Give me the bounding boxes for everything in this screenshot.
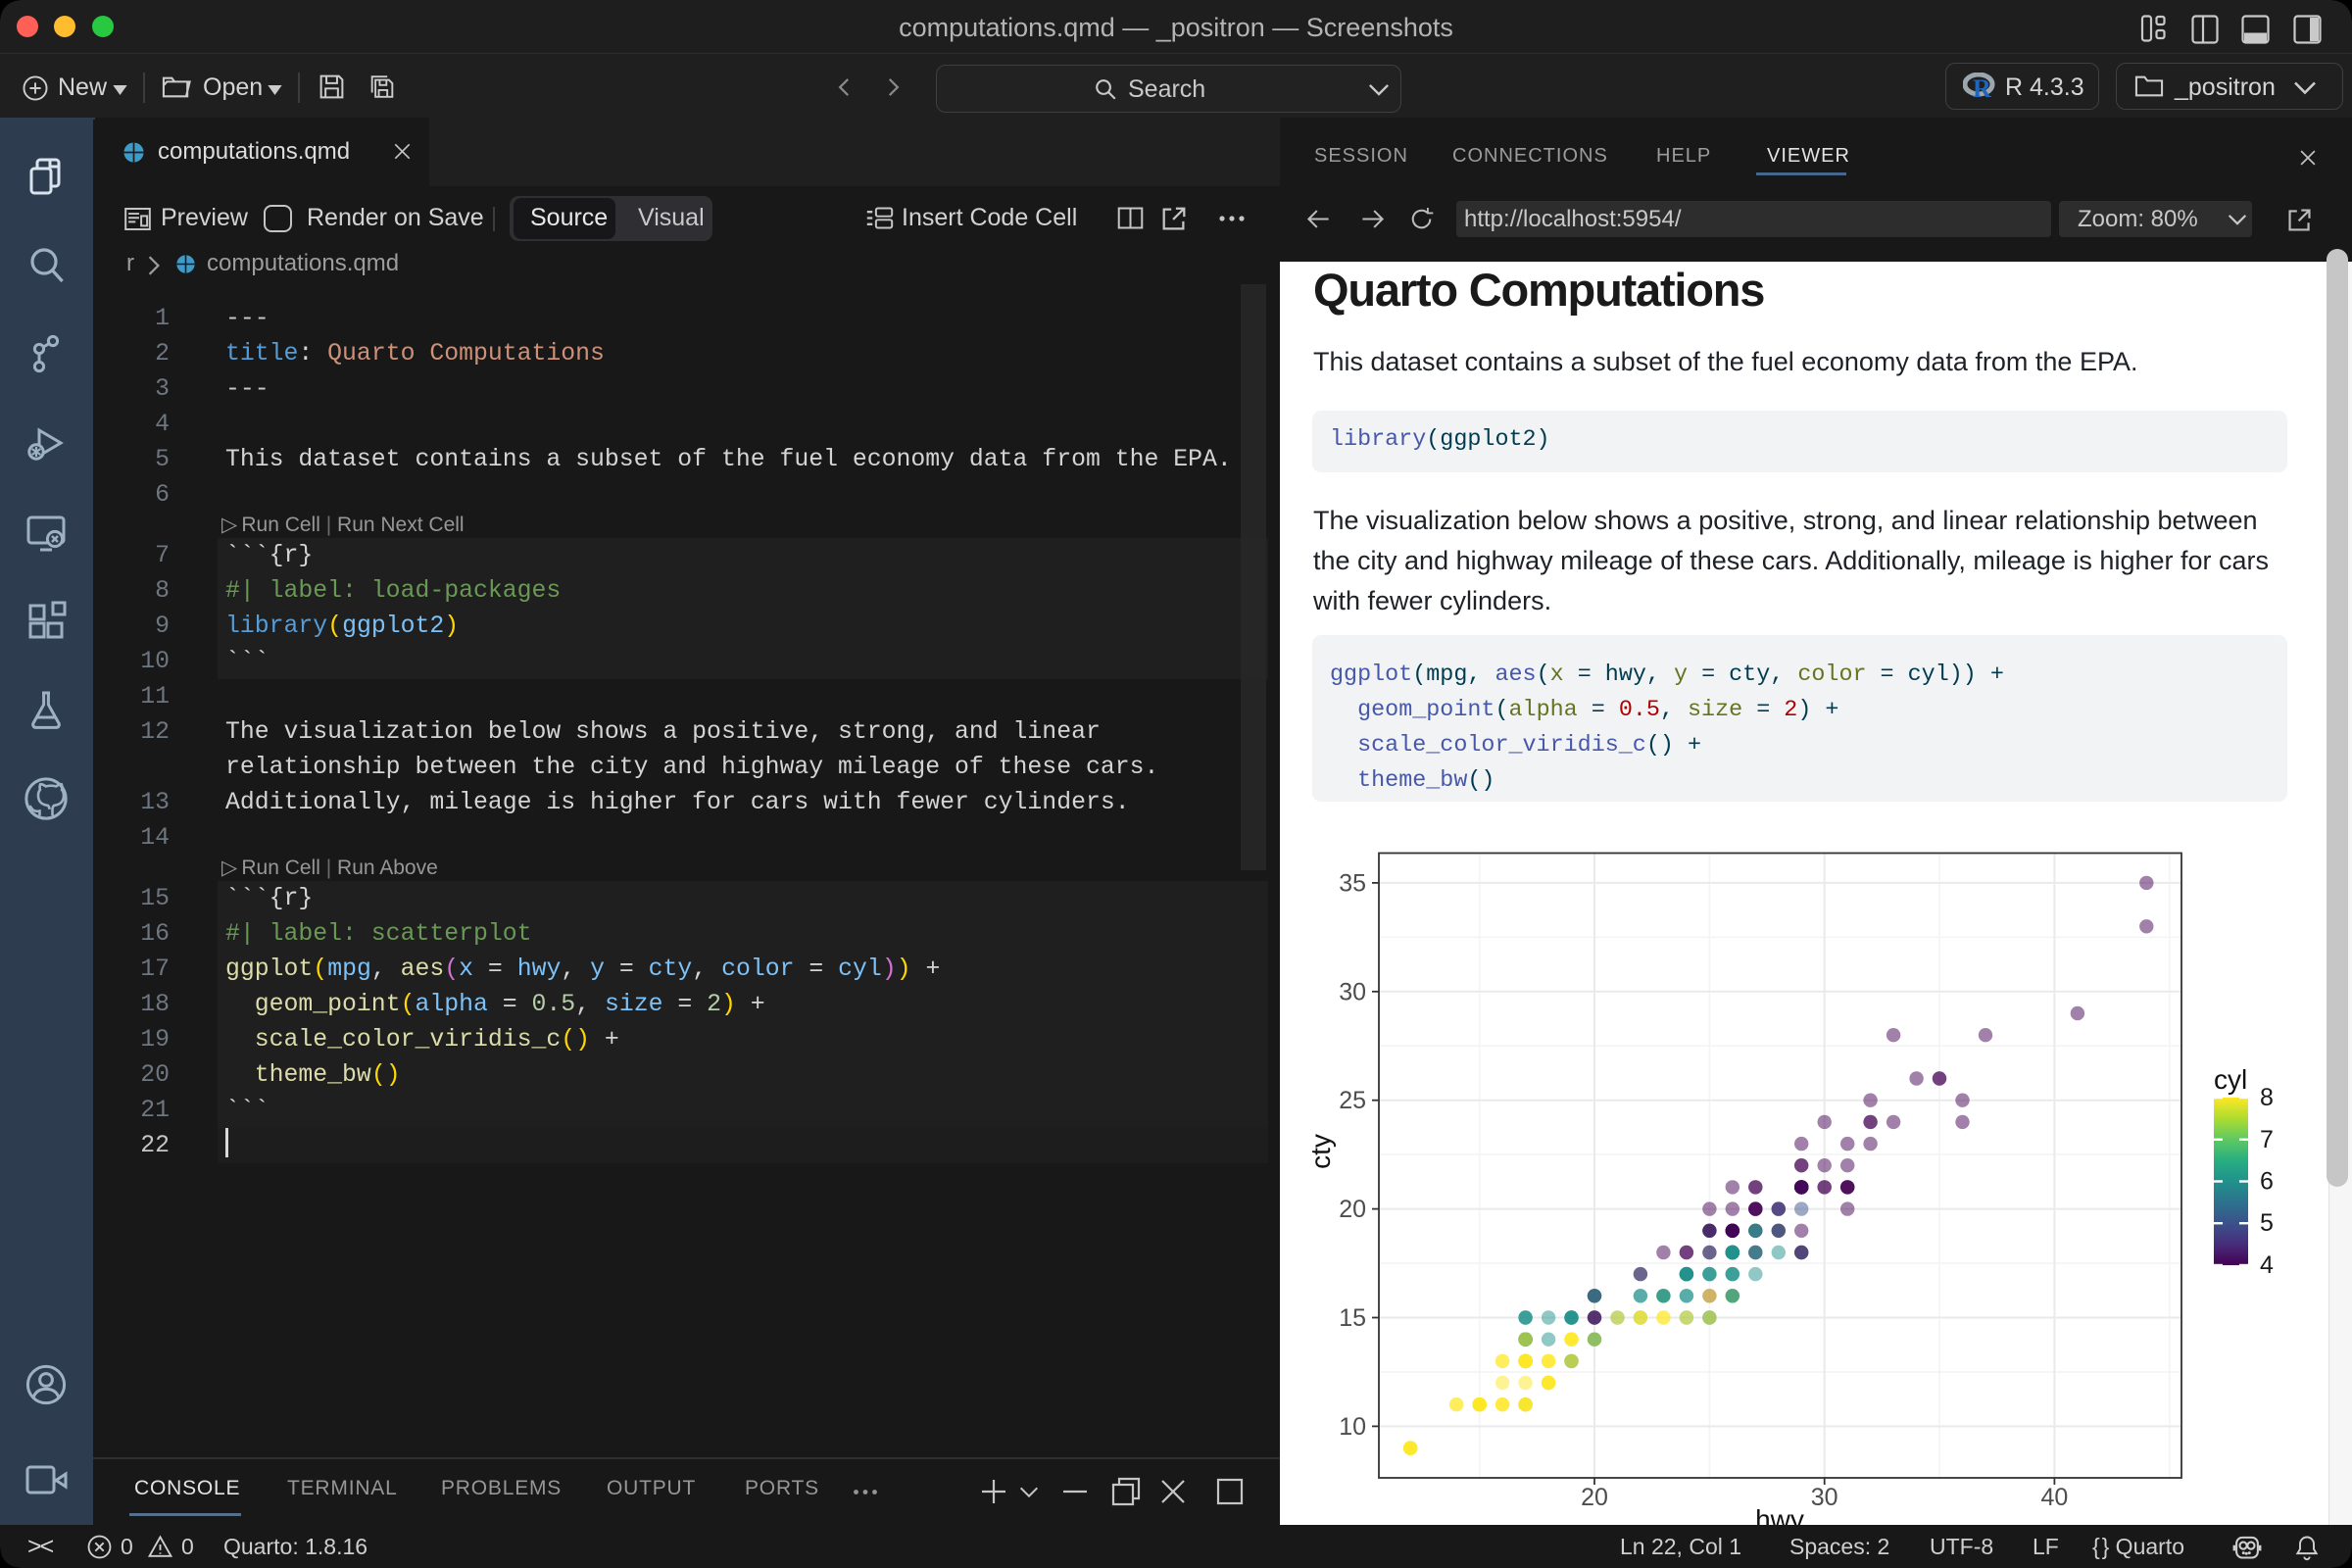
svg-text:20: 20: [1339, 1196, 1366, 1223]
svg-text:6: 6: [2260, 1168, 2274, 1196]
svg-text:5: 5: [2260, 1209, 2274, 1237]
svg-text:10: 10: [1339, 1413, 1366, 1441]
svg-text:8: 8: [2260, 1084, 2274, 1111]
svg-text:7: 7: [2260, 1126, 2274, 1153]
svg-text:hwy: hwy: [1755, 1504, 1804, 1525]
svg-text:4: 4: [2260, 1251, 2274, 1279]
svg-text:30: 30: [1339, 978, 1366, 1005]
svg-text:35: 35: [1339, 869, 1366, 897]
svg-text:20: 20: [1581, 1484, 1608, 1511]
svg-text:40: 40: [2040, 1484, 2068, 1511]
svg-text:25: 25: [1339, 1087, 1366, 1114]
svg-text:cyl: cyl: [2214, 1064, 2247, 1095]
svg-text:R: R: [1973, 74, 1991, 100]
svg-text:30: 30: [1811, 1484, 1838, 1511]
svg-text:cty: cty: [1305, 1134, 1336, 1169]
svg-text:15: 15: [1339, 1304, 1366, 1332]
